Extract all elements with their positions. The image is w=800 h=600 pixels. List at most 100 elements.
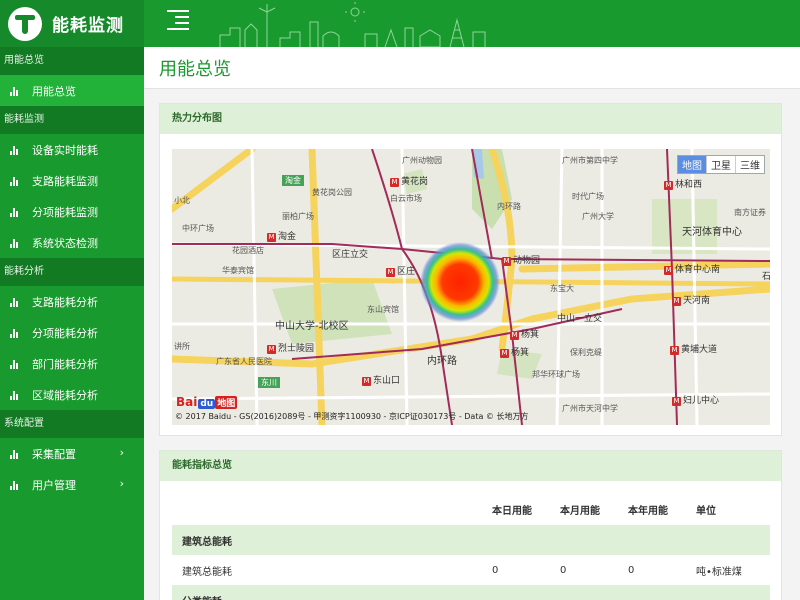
map-label: 保利克缇 <box>570 348 602 357</box>
sidebar-item-category-monitor[interactable]: 分项能耗监测 <box>0 196 144 227</box>
map-type-satellite-button[interactable]: 卫星 <box>707 156 736 173</box>
logo-icon <box>8 6 42 41</box>
map-label: 东宝大 <box>550 284 574 293</box>
map-label: 广州市天河中学 <box>562 404 618 413</box>
map-label: 广州动物园 <box>402 156 442 165</box>
sidebar-item-user-management[interactable]: 用户管理 › <box>0 469 144 500</box>
sidebar-item-device-realtime[interactable]: 设备实时能耗 <box>0 134 144 165</box>
table-group-row: 分类能耗 <box>172 585 770 600</box>
sidebar-item-label: 分项能耗分析 <box>32 326 98 340</box>
map-type-switch: 地图 卫星 三维 <box>677 155 765 174</box>
column-header <box>172 493 492 525</box>
sidebar-item-label: 用能总览 <box>32 84 76 98</box>
map-type-3d-button[interactable]: 三维 <box>736 156 764 173</box>
map-label: 内环路 <box>427 356 457 367</box>
map-label: M 黄花岗 <box>390 177 429 187</box>
map-copyright: © 2017 Baidu - GS(2016)2089号 - 甲测资字11009… <box>175 412 529 421</box>
sidebar-section-monitoring: 能耗监测 <box>0 106 144 134</box>
map-label: 广州市第四中学 <box>562 156 618 165</box>
map-label: 东川 <box>258 377 280 388</box>
map-label: M 区庄 <box>386 267 416 277</box>
map-label: M 体育中心南 <box>664 265 721 275</box>
map-label: M 东山口 <box>362 376 401 386</box>
map-label: 邦华环球广场 <box>532 370 580 379</box>
map-label: 时代广场 <box>572 192 604 201</box>
column-header: 本日用能 <box>492 505 532 517</box>
map-label: M 动物园 <box>502 256 541 266</box>
heat-spot <box>420 242 500 322</box>
group-title: 建筑总能耗 <box>172 525 770 555</box>
bar-chart-icon <box>10 297 20 307</box>
map-label: M 黄埔大道 <box>670 345 718 355</box>
map-label: 天河体育中心 <box>682 227 742 238</box>
logo-area: 能耗监测 <box>0 0 144 47</box>
sidebar-item-system-status[interactable]: 系统状态检测 <box>0 227 144 258</box>
bar-chart-icon <box>10 449 20 459</box>
column-header: 本年用能 <box>628 505 668 517</box>
map-label: M 杨箕 <box>510 330 540 340</box>
page-header: 用能总览 <box>144 47 800 89</box>
unit-value: 吨•标准煤 <box>696 566 742 578</box>
sidebar-item-branch-analysis[interactable]: 支路能耗分析 <box>0 286 144 317</box>
map-label: M 妇儿中心 <box>672 396 720 406</box>
map-label: 南方证券 <box>734 208 766 217</box>
table-group-row: 建筑总能耗 <box>172 525 770 555</box>
skyline-decoration-icon <box>219 2 486 47</box>
column-header: 单位 <box>696 505 716 517</box>
year-value: 0 <box>628 564 635 576</box>
column-header: 本月用能 <box>560 505 600 517</box>
map-label: 华泰宾馆 <box>222 266 254 275</box>
map-label: 广州大学 <box>582 212 614 221</box>
menu-toggle-icon[interactable] <box>167 10 189 30</box>
sidebar-item-label: 区域能耗分析 <box>32 388 98 402</box>
map-label: 中山一立交 <box>557 314 603 324</box>
map-label: 淘金 <box>282 175 304 186</box>
map-label: M 杨箕 <box>500 348 530 358</box>
map-label: 讲所 <box>174 342 190 351</box>
sidebar-item-department-analysis[interactable]: 部门能耗分析 <box>0 348 144 379</box>
chevron-right-icon: › <box>119 477 124 490</box>
sidebar-item-label: 采集配置 <box>32 447 76 461</box>
sidebar-item-region-analysis[interactable]: 区域能耗分析 <box>0 379 144 410</box>
map-label: 小北 <box>174 196 190 205</box>
map-label: 石 <box>762 272 770 282</box>
map-label: 区庄立交 <box>332 250 369 260</box>
sidebar: 用能总览 用能总览 能耗监测 设备实时能耗 支路能耗监测 分项能耗监测 系统状态… <box>0 47 144 600</box>
map-label: 内环路 <box>497 202 521 211</box>
energy-table: 本日用能 本月用能 本年用能 单位 建筑总能耗 建筑总能耗 0 0 0 吨•标准… <box>172 493 770 600</box>
bar-chart-icon <box>10 328 20 338</box>
table-row: 建筑总能耗 0 0 0 吨•标准煤 <box>172 555 770 585</box>
page-title: 用能总览 <box>159 58 231 80</box>
bar-chart-icon <box>10 207 20 217</box>
map-label: M 烈士陵园 <box>267 344 315 354</box>
main-content: 用能总览 热力分布图 广州动物园 广州市第四中学 M 黄花岗 淘金 黄花岗公园 … <box>144 47 800 600</box>
map-label: 广东省人民医院 <box>216 357 272 366</box>
sidebar-item-label: 分项能耗监测 <box>32 205 98 219</box>
map-label: M 淘金 <box>267 232 297 242</box>
bar-chart-icon <box>10 238 20 248</box>
sidebar-item-branch-monitor[interactable]: 支路能耗监测 <box>0 165 144 196</box>
month-value: 0 <box>560 564 567 576</box>
day-value: 0 <box>492 564 499 576</box>
heatmap-map[interactable]: 广州动物园 广州市第四中学 M 黄花岗 淘金 黄花岗公园 白云市场 小北 时代广场… <box>172 149 770 425</box>
map-type-map-button[interactable]: 地图 <box>678 156 707 173</box>
sidebar-item-label: 部门能耗分析 <box>32 357 98 371</box>
map-label: 花园酒店 <box>232 246 264 255</box>
sidebar-item-label: 支路能耗监测 <box>32 174 98 188</box>
map-label: 中山大学-北校区 <box>275 321 349 332</box>
map-label: 东山宾馆 <box>367 305 399 314</box>
bar-chart-icon <box>10 86 20 96</box>
panel-title: 热力分布图 <box>160 104 781 134</box>
sidebar-item-label: 系统状态检测 <box>32 236 98 250</box>
map-label: 黄花岗公园 <box>312 188 352 197</box>
sidebar-item-collection-config[interactable]: 采集配置 › <box>0 438 144 469</box>
sidebar-item-label: 设备实时能耗 <box>32 143 98 157</box>
sidebar-item-label: 用户管理 <box>32 478 76 492</box>
sidebar-item-overview[interactable]: 用能总览 <box>0 75 144 106</box>
bar-chart-icon <box>10 359 20 369</box>
energy-panel: 能耗指标总览 本日用能 本月用能 本年用能 单位 建筑总能耗 建筑总能耗 0 0… <box>159 450 782 600</box>
group-title: 分类能耗 <box>172 585 770 600</box>
sidebar-item-category-analysis[interactable]: 分项能耗分析 <box>0 317 144 348</box>
map-label: M 林和西 <box>664 180 703 190</box>
app-title: 能耗监测 <box>52 16 124 36</box>
